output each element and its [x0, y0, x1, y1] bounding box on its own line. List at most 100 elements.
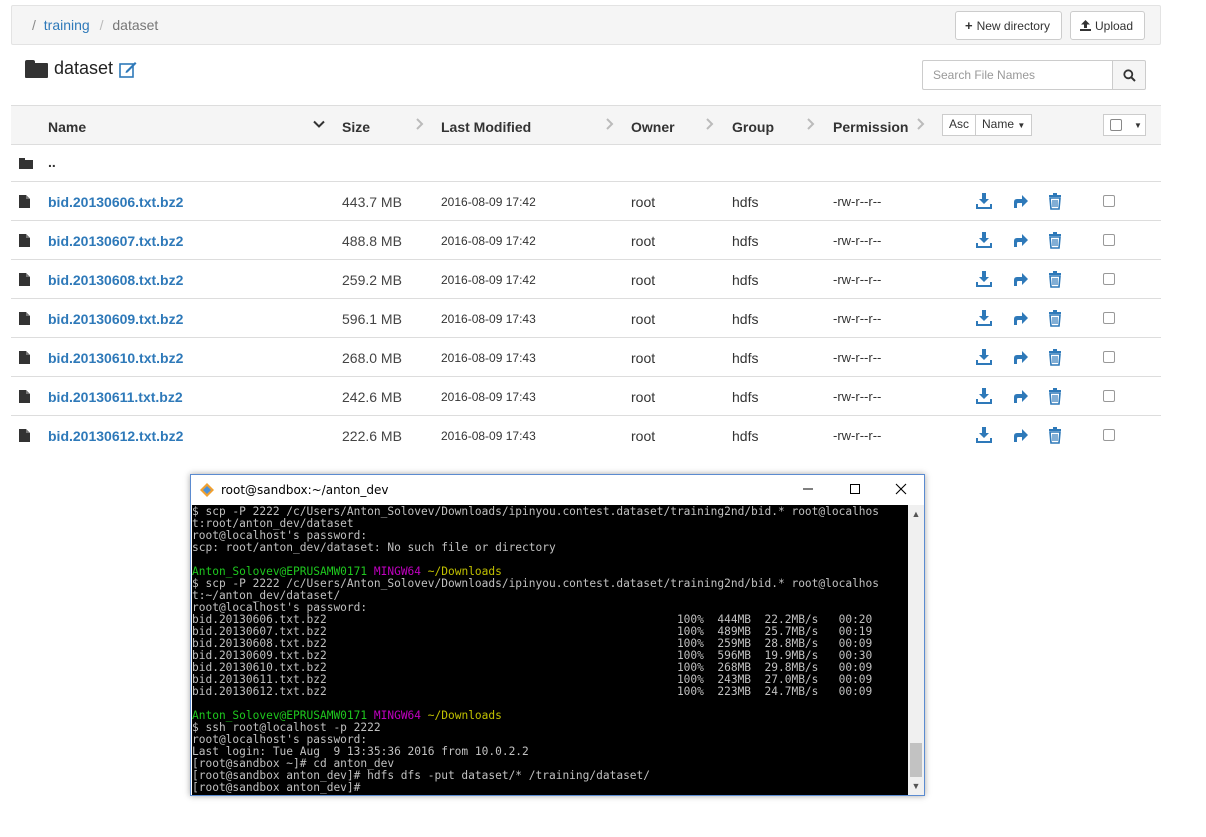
file-icon — [19, 234, 30, 247]
folder-icon — [19, 158, 33, 169]
file-name-link[interactable]: bid.20130607.txt.bz2 — [48, 233, 183, 249]
folder-icon — [25, 59, 48, 78]
terminal-text: bid.20130612.txt.bz2 100% 223MB 24.7MB/s… — [192, 685, 873, 698]
move-icon[interactable] — [1011, 270, 1029, 288]
terminal-text: ~/Downloads — [427, 709, 502, 722]
scrollbar-thumb[interactable] — [910, 743, 922, 777]
scroll-down-icon[interactable]: ▼ — [908, 779, 924, 793]
scroll-up-icon[interactable]: ▲ — [908, 507, 924, 521]
file-name-link[interactable]: bid.20130611.txt.bz2 — [48, 389, 183, 405]
move-icon[interactable] — [1011, 387, 1029, 405]
file-name-link[interactable]: bid.20130606.txt.bz2 — [48, 194, 183, 210]
file-icon — [19, 390, 30, 403]
terminal-scrollbar[interactable]: ▲ ▼ — [908, 505, 924, 795]
file-modified: 2016-08-09 17:43 — [441, 390, 536, 404]
chevron-right-icon[interactable] — [705, 117, 714, 133]
file-name-link[interactable]: bid.20130610.txt.bz2 — [48, 350, 183, 366]
select-all-dropdown[interactable]: ▼ — [1103, 114, 1146, 136]
file-owner: root — [631, 194, 656, 210]
search-button[interactable] — [1112, 60, 1146, 90]
caret-down-icon: ▼ — [1017, 121, 1026, 130]
parent-directory-row[interactable]: .. — [11, 145, 1161, 182]
column-name-header[interactable]: Name — [48, 119, 86, 135]
new-directory-button[interactable]: + New directory — [955, 11, 1062, 40]
file-modified: 2016-08-09 17:42 — [441, 273, 536, 287]
file-name-link[interactable]: bid.20130612.txt.bz2 — [48, 428, 183, 444]
column-permission-header[interactable]: Permission — [833, 119, 908, 135]
trash-icon[interactable] — [1046, 270, 1064, 288]
file-size: 488.8 MB — [342, 233, 402, 249]
download-icon[interactable] — [975, 348, 993, 366]
file-size: 596.1 MB — [342, 311, 402, 327]
terminal-output[interactable]: $ scp -P 2222 /c/Users/Anton_Solovev/Dow… — [192, 505, 908, 795]
row-checkbox[interactable] — [1103, 429, 1115, 441]
parent-directory-link[interactable]: .. — [48, 154, 56, 170]
row-checkbox[interactable] — [1103, 351, 1115, 363]
file-owner: root — [631, 311, 656, 327]
breadcrumb-root-separator[interactable]: / — [32, 17, 36, 33]
column-modified-header[interactable]: Last Modified — [441, 119, 531, 135]
chevron-down-icon[interactable] — [313, 117, 325, 133]
file-permission: -rw-r--r-- — [833, 350, 882, 365]
chevron-right-icon[interactable] — [415, 117, 424, 133]
trash-icon[interactable] — [1046, 348, 1064, 366]
sort-field-dropdown[interactable]: Name ▼ — [976, 114, 1033, 136]
column-size-header[interactable]: Size — [342, 119, 370, 135]
file-owner: root — [631, 428, 656, 444]
chevron-right-icon[interactable] — [605, 117, 614, 133]
row-checkbox[interactable] — [1103, 234, 1115, 246]
file-group: hdfs — [732, 194, 759, 210]
download-icon[interactable] — [975, 309, 993, 327]
chevron-right-icon[interactable] — [806, 117, 815, 133]
move-icon[interactable] — [1011, 231, 1029, 249]
download-icon[interactable] — [975, 387, 993, 405]
file-name-link[interactable]: bid.20130608.txt.bz2 — [48, 272, 183, 288]
row-checkbox[interactable] — [1103, 273, 1115, 285]
current-directory-name: dataset — [54, 58, 114, 78]
column-group-header[interactable]: Group — [732, 119, 774, 135]
trash-icon[interactable] — [1046, 387, 1064, 405]
column-owner-header[interactable]: Owner — [631, 119, 675, 135]
download-icon[interactable] — [975, 231, 993, 249]
row-checkbox[interactable] — [1103, 390, 1115, 402]
download-icon[interactable] — [975, 426, 993, 444]
breadcrumb-link-training[interactable]: training — [44, 17, 90, 33]
minimize-icon[interactable] — [798, 479, 818, 499]
trash-icon[interactable] — [1046, 309, 1064, 327]
file-owner: root — [631, 272, 656, 288]
sort-order-button[interactable]: Asc — [942, 114, 977, 136]
file-permission: -rw-r--r-- — [833, 194, 882, 209]
close-icon[interactable] — [891, 479, 911, 499]
terminal-titlebar[interactable]: root@sandbox:~/anton_dev — [191, 475, 924, 505]
terminal-line: [root@sandbox anton_dev]# — [192, 782, 908, 794]
breadcrumb: / training / dataset — [32, 17, 158, 33]
chevron-right-icon[interactable] — [916, 117, 925, 133]
move-icon[interactable] — [1011, 192, 1029, 210]
row-checkbox[interactable] — [1103, 195, 1115, 207]
terminal-window[interactable]: root@sandbox:~/anton_dev $ scp -P 2222 /… — [190, 474, 925, 796]
terminal-line: bid.20130612.txt.bz2 100% 223MB 24.7MB/s… — [192, 686, 908, 698]
download-icon[interactable] — [975, 270, 993, 288]
move-icon[interactable] — [1011, 309, 1029, 327]
terminal-line: scp: root/anton_dev/dataset: No such fil… — [192, 542, 908, 554]
file-group: hdfs — [732, 389, 759, 405]
row-checkbox[interactable] — [1103, 312, 1115, 324]
download-icon[interactable] — [975, 192, 993, 210]
caret-down-icon[interactable]: ▼ — [1134, 121, 1142, 130]
move-icon[interactable] — [1011, 426, 1029, 444]
file-modified: 2016-08-09 17:42 — [441, 195, 536, 209]
trash-icon[interactable] — [1046, 426, 1064, 444]
move-icon[interactable] — [1011, 348, 1029, 366]
edit-icon[interactable] — [119, 60, 137, 78]
file-permission: -rw-r--r-- — [833, 311, 882, 326]
file-icon — [19, 312, 30, 325]
maximize-icon[interactable] — [845, 479, 865, 499]
file-modified: 2016-08-09 17:42 — [441, 234, 536, 248]
file-name-link[interactable]: bid.20130609.txt.bz2 — [48, 311, 183, 327]
trash-icon[interactable] — [1046, 231, 1064, 249]
search-input[interactable] — [922, 60, 1113, 90]
upload-button[interactable]: Upload — [1070, 11, 1145, 40]
select-all-checkbox[interactable] — [1110, 119, 1122, 131]
trash-icon[interactable] — [1046, 192, 1064, 210]
file-modified: 2016-08-09 17:43 — [441, 429, 536, 443]
